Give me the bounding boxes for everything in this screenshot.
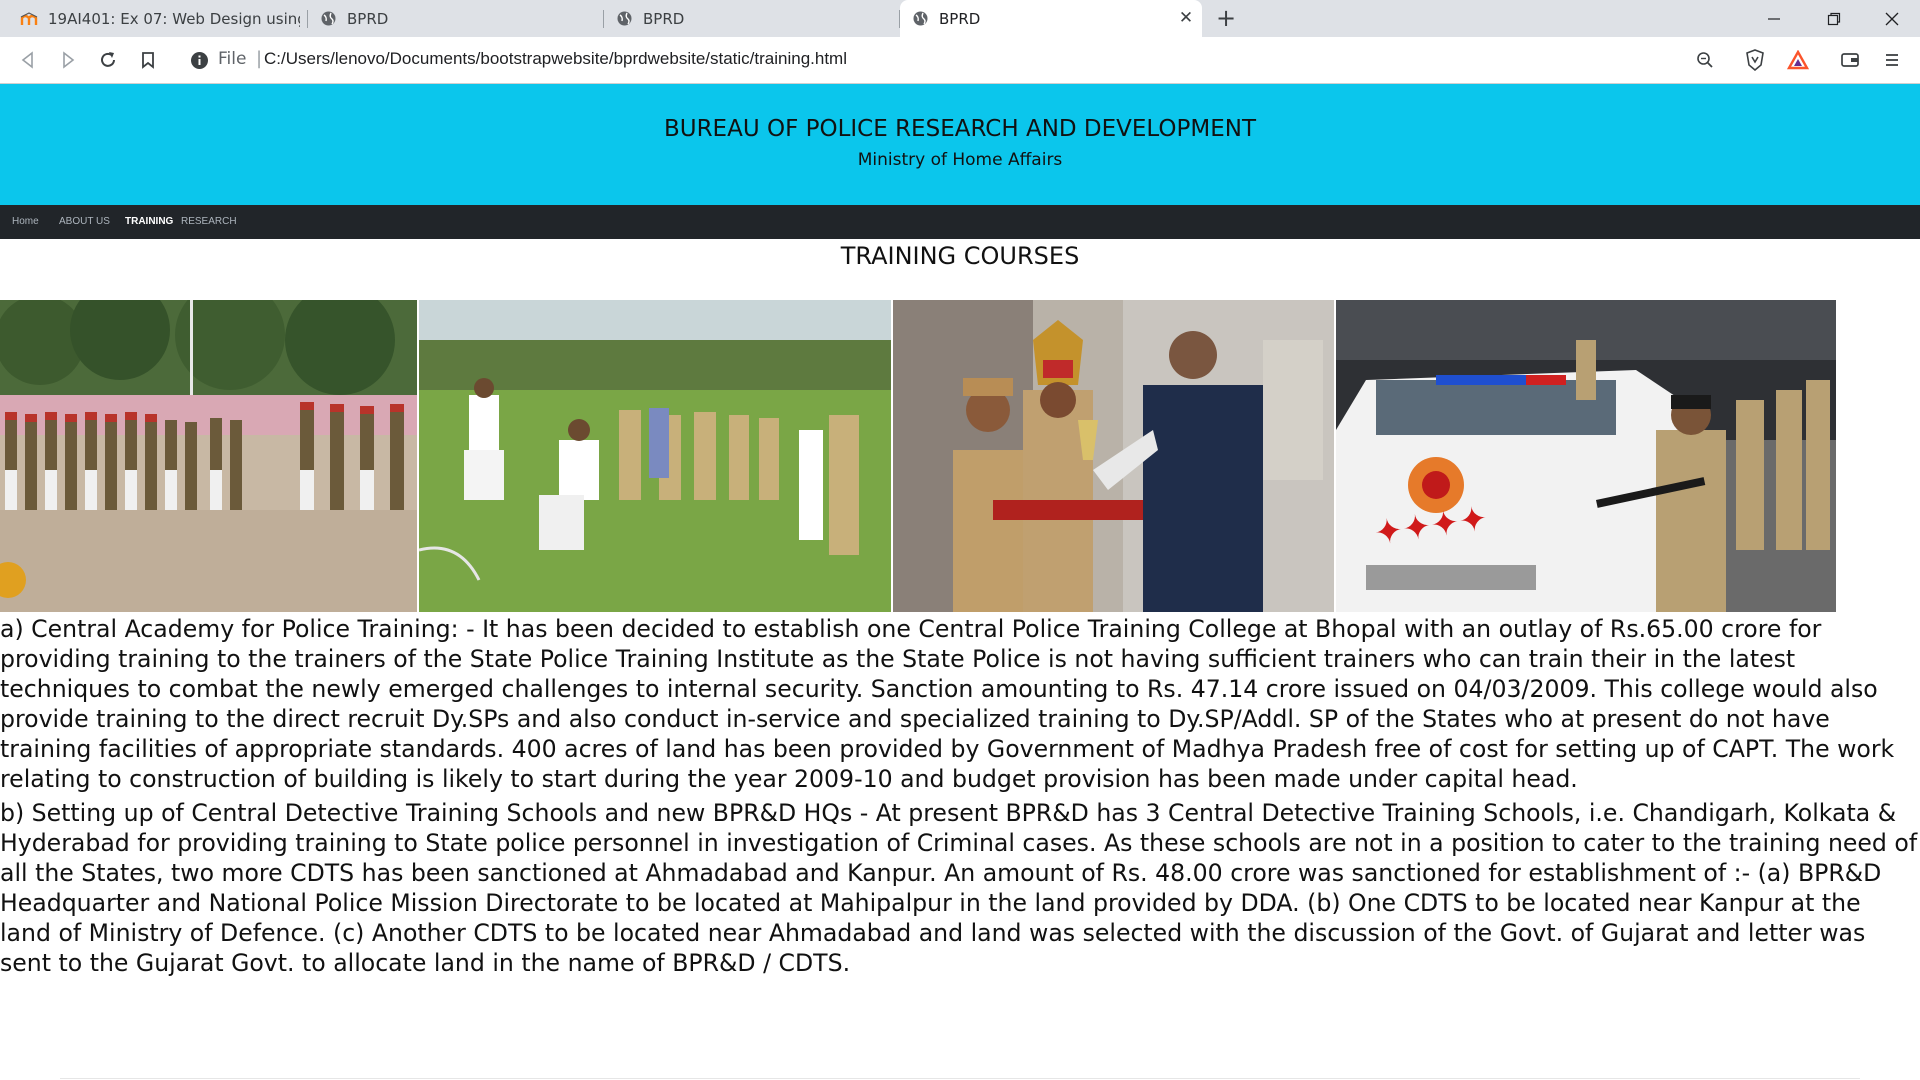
police-vehicle-photo: ✦✦✦✦	[1336, 300, 1836, 612]
globe-icon	[912, 10, 929, 27]
paragraph-detective-schools: b) Setting up of Central Detective Train…	[0, 799, 1918, 977]
tab-2[interactable]: BPRD	[308, 0, 604, 37]
nav-about-us[interactable]: ABOUT US	[59, 216, 110, 227]
brave-rewards-icon[interactable]	[1784, 46, 1812, 74]
close-tab-icon[interactable]: ✕	[1176, 8, 1196, 28]
training-content: a) Central Academy for Police Training: …	[0, 614, 1918, 982]
info-icon[interactable]	[190, 51, 209, 74]
trophy-ceremony-photo	[893, 300, 1334, 612]
nav-home[interactable]: Home	[12, 216, 39, 227]
tab-title: BPRD	[347, 9, 389, 28]
tab-1[interactable]: 19AI401: Ex 07: Web Design using Boo	[8, 0, 308, 37]
site-navbar: Home ABOUT US TRAINING RESEARCH	[0, 205, 1920, 239]
url-separator: |	[256, 48, 263, 69]
divider	[60, 1078, 1860, 1079]
restore-icon[interactable]	[1806, 0, 1862, 37]
moodle-icon	[20, 11, 38, 27]
physical-training-photo	[419, 300, 891, 612]
site-title: BUREAU OF POLICE RESEARCH AND DEVELOPMEN…	[663, 116, 1257, 142]
zoom-icon[interactable]	[1691, 46, 1719, 74]
forward-icon[interactable]	[54, 46, 82, 74]
wallet-icon[interactable]	[1836, 46, 1864, 74]
close-window-icon[interactable]	[1864, 0, 1920, 37]
brave-shield-icon[interactable]	[1741, 46, 1769, 74]
paragraph-central-academy: a) Central Academy for Police Training: …	[0, 615, 1895, 793]
tab-3[interactable]: BPRD	[604, 0, 900, 37]
menu-icon[interactable]	[1878, 46, 1906, 74]
address-bar[interactable]: File | C:/Users/lenovo/Documents/bootstr…	[180, 43, 1726, 77]
minimize-icon[interactable]	[1746, 0, 1802, 37]
tab-title: BPRD	[643, 9, 685, 28]
globe-icon	[320, 10, 337, 27]
site-header: BUREAU OF POLICE RESEARCH AND DEVELOPMEN…	[0, 84, 1920, 205]
tab-4-active[interactable]: BPRD ✕	[900, 0, 1202, 37]
tab-title: 19AI401: Ex 07: Web Design using Boo	[48, 9, 300, 28]
bookmark-icon[interactable]	[134, 46, 162, 74]
reload-icon[interactable]	[94, 46, 122, 74]
globe-icon	[616, 10, 633, 27]
url-text[interactable]: C:/Users/lenovo/Documents/bootstrapwebsi…	[264, 49, 847, 69]
nav-research[interactable]: RESEARCH	[181, 216, 237, 227]
browser-toolbar: File | C:/Users/lenovo/Documents/bootstr…	[0, 37, 1920, 84]
tab-strip: 19AI401: Ex 07: Web Design using Boo BPR…	[0, 0, 1920, 37]
parade-photo	[0, 300, 417, 612]
back-icon[interactable]	[14, 46, 42, 74]
new-tab-icon[interactable]: +	[1212, 4, 1240, 32]
web-page: BUREAU OF POLICE RESEARCH AND DEVELOPMEN…	[0, 84, 1920, 1080]
nav-training[interactable]: TRAINING	[125, 216, 173, 227]
site-subtitle: Ministry of Home Affairs	[857, 150, 1063, 170]
url-scheme: File	[218, 49, 247, 69]
page-heading: TRAINING COURSES	[840, 242, 1080, 270]
tab-title: BPRD	[939, 9, 981, 28]
